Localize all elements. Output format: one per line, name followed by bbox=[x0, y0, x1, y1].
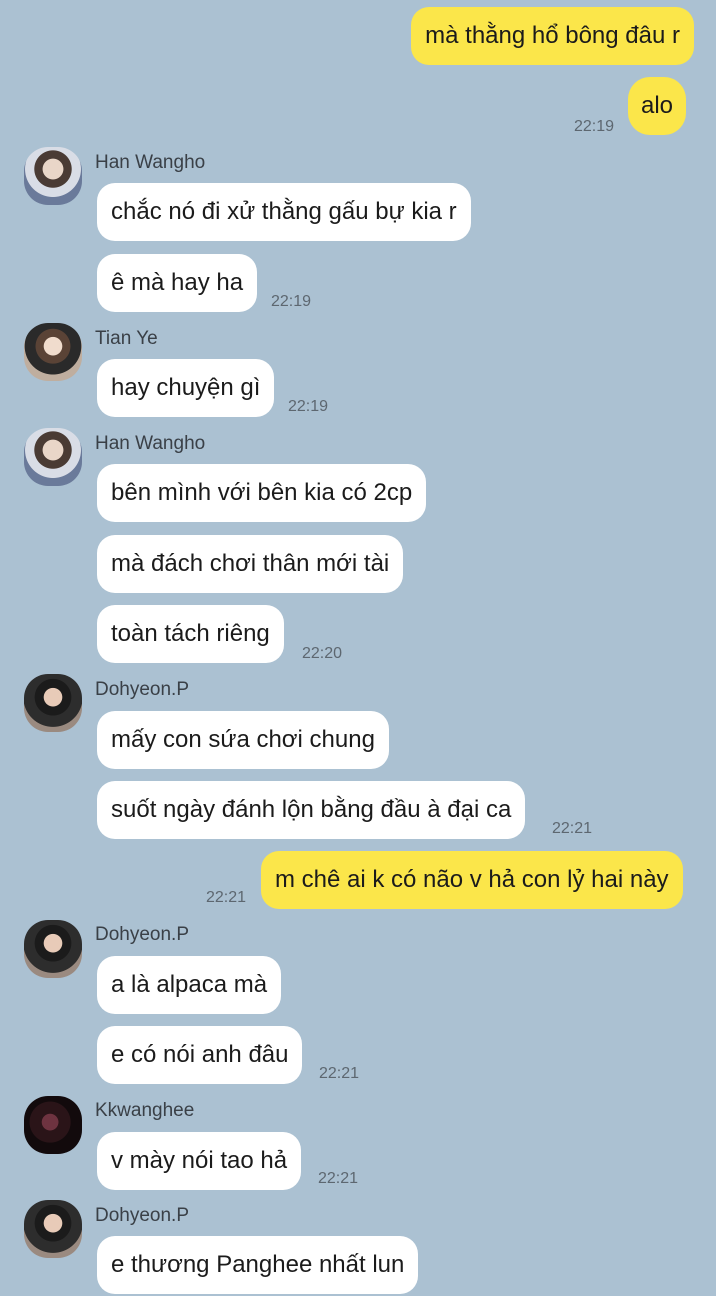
han-wangho-avatar[interactable] bbox=[24, 428, 82, 486]
incoming-message-bubble[interactable]: e thương Panghee nhất lun bbox=[97, 1236, 419, 1294]
han-wangho-avatar[interactable] bbox=[24, 147, 82, 205]
sender-name: Dohyeon.P bbox=[95, 679, 190, 700]
message-timestamp: 22:19 bbox=[271, 293, 312, 310]
sender-name: Han Wangho bbox=[95, 152, 206, 173]
incoming-message-bubble[interactable]: chắc nó đi xử thằng gấu bự kia r bbox=[97, 183, 471, 241]
tian-ye-avatar[interactable] bbox=[24, 323, 82, 381]
kkwanghee-avatar[interactable] bbox=[24, 1096, 82, 1154]
incoming-message-bubble[interactable]: e có nói anh đâu bbox=[97, 1026, 303, 1084]
sender-name: Tian Ye bbox=[95, 328, 158, 349]
incoming-message-bubble[interactable]: mà đách chơi thân mới tài bbox=[97, 535, 404, 593]
incoming-message-bubble[interactable]: toàn tách riêng bbox=[97, 605, 284, 663]
dohyeon-avatar[interactable] bbox=[24, 920, 82, 978]
sender-name: Kkwanghee bbox=[95, 1100, 195, 1121]
incoming-message-bubble[interactable]: mấy con sứa chơi chung bbox=[97, 711, 389, 769]
incoming-message-bubble[interactable]: ê mà hay ha bbox=[97, 254, 258, 312]
dohyeon-avatar[interactable] bbox=[24, 1200, 82, 1258]
incoming-message-bubble[interactable]: hay chuyện gì bbox=[97, 359, 275, 417]
message-timestamp: 22:19 bbox=[288, 398, 329, 415]
outgoing-message-bubble[interactable]: mà thằng hổ bông đâu r bbox=[411, 7, 694, 65]
sender-name: Dohyeon.P bbox=[95, 924, 190, 945]
outgoing-message-bubble[interactable]: m chê ai k có não v hả con lỷ hai này bbox=[261, 851, 683, 909]
incoming-message-bubble[interactable]: suốt ngày đánh lộn bằng đầu à đại ca bbox=[97, 781, 526, 839]
outgoing-message-bubble[interactable]: alo bbox=[628, 77, 687, 135]
sender-name: Dohyeon.P bbox=[95, 1205, 190, 1226]
message-timestamp: 22:21 bbox=[552, 820, 593, 837]
message-timestamp: 22:21 bbox=[319, 1065, 360, 1082]
incoming-message-bubble[interactable]: bên mình với bên kia có 2cp bbox=[97, 464, 427, 522]
message-timestamp: 22:19 bbox=[574, 118, 615, 135]
incoming-message-bubble[interactable]: v mày nói tao hả bbox=[97, 1132, 302, 1190]
message-timestamp: 22:21 bbox=[318, 1170, 359, 1187]
dohyeon-avatar[interactable] bbox=[24, 674, 82, 732]
sender-name: Han Wangho bbox=[95, 433, 206, 454]
incoming-message-bubble[interactable]: a là alpaca mà bbox=[97, 956, 282, 1014]
message-timestamp: 22:21 bbox=[206, 889, 247, 906]
message-timestamp: 22:20 bbox=[302, 645, 343, 662]
